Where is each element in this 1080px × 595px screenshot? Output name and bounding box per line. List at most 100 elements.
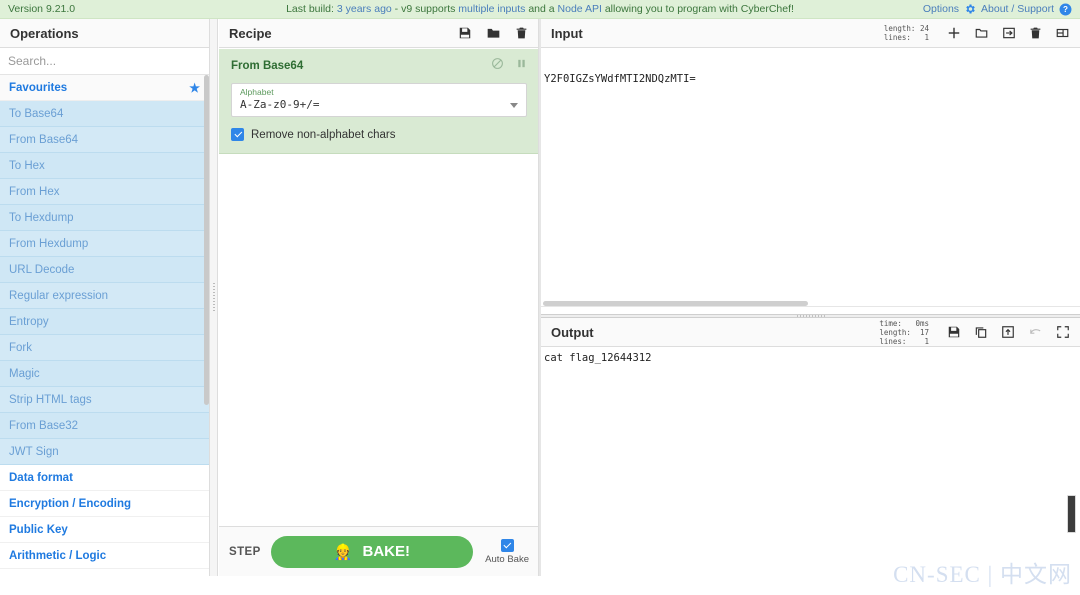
- pause-icon[interactable]: [516, 57, 527, 75]
- chef-icon: 👷: [333, 543, 353, 561]
- recipe-header: Recipe: [219, 19, 538, 48]
- category-label: Public Key: [9, 523, 68, 536]
- operation-item[interactable]: Magic: [0, 361, 209, 387]
- favourites-operation-list: To Base64 From Base64 To Hex From Hex To Hex…: [0, 101, 209, 465]
- bake-label: BAKE!: [362, 543, 410, 560]
- star-icon[interactable]: ★: [189, 81, 200, 95]
- bake-button[interactable]: 👷 BAKE!: [270, 535, 474, 568]
- output-controls: [947, 325, 1070, 339]
- operation-item[interactable]: To Hex: [0, 153, 209, 179]
- operation-category[interactable]: Encryption / Encoding: [0, 491, 209, 517]
- category-label: Encryption / Encoding: [9, 497, 132, 510]
- gear-icon[interactable]: [964, 3, 976, 15]
- output-text: cat flag_12644312: [544, 352, 652, 364]
- question-circle-icon[interactable]: ?: [1059, 3, 1072, 16]
- input-title: Input: [551, 25, 583, 41]
- category-list: Data format Encryption / Encoding Public K…: [0, 465, 209, 576]
- operations-scrollbar[interactable]: [204, 75, 209, 405]
- options-button[interactable]: Options: [923, 3, 959, 15]
- open-folder-icon[interactable]: [974, 26, 989, 40]
- disable-circle-slash-icon[interactable]: [491, 57, 504, 75]
- build-time-link[interactable]: 3 years ago: [337, 3, 392, 15]
- top-banner: Version 9.21.0 Last build: 3 years ago -…: [0, 0, 1080, 19]
- remove-non-alphabet-label: Remove non-alphabet chars: [251, 128, 396, 141]
- category-label: Data format: [9, 471, 73, 484]
- watermark: CN-SEC | 中文网: [893, 562, 1072, 587]
- operations-title: Operations: [0, 19, 209, 48]
- splitter-grip-horizontal: [796, 315, 825, 317]
- step-button[interactable]: STEP: [229, 546, 261, 558]
- replace-input-icon[interactable]: [1001, 325, 1015, 339]
- operation-category[interactable]: Data format: [0, 465, 209, 491]
- category-label: Arithmetic / Logic: [9, 549, 107, 562]
- banner-right-controls: Options About / Support ?: [923, 3, 1072, 16]
- alphabet-argument[interactable]: Alphabet A-Za-z0-9+/=: [231, 83, 527, 117]
- maximise-icon[interactable]: [1056, 325, 1070, 339]
- operation-item[interactable]: Strip HTML tags: [0, 387, 209, 413]
- input-horizontal-scrollbar[interactable]: [543, 301, 808, 306]
- operation-item[interactable]: To Base64: [0, 101, 209, 127]
- operations-recipe-splitter[interactable]: [210, 19, 218, 576]
- operation-category[interactable]: Public Key: [0, 517, 209, 543]
- chevron-down-icon[interactable]: [510, 103, 518, 108]
- add-tab-icon[interactable]: [947, 26, 961, 40]
- category-favourites[interactable]: Favourites ★: [0, 75, 209, 101]
- multiple-inputs-link[interactable]: multiple inputs: [458, 3, 525, 15]
- input-text[interactable]: Y2F0IGZsYWdfMTI2NDQzMTI=: [544, 72, 1080, 86]
- folder-icon[interactable]: [486, 26, 501, 40]
- output-title: Output: [551, 324, 594, 340]
- operation-item[interactable]: JWT Sign: [0, 439, 209, 465]
- alphabet-label: Alphabet: [240, 87, 274, 97]
- recipe-panel: Recipe From Base64 Alphabet A-Za-z0-9+/=…: [219, 19, 539, 576]
- operation-category[interactable]: Networking: [0, 569, 209, 576]
- recipe-operation-list[interactable]: From Base64 Alphabet A-Za-z0-9+/= Remove…: [219, 49, 538, 545]
- auto-bake-toggle[interactable]: Auto Bake: [485, 538, 529, 565]
- reset-pane-layout-icon[interactable]: [1055, 26, 1070, 40]
- node-api-link[interactable]: Node API: [558, 3, 602, 15]
- output-textarea[interactable]: cat flag_12644312 CN-SEC | 中文网: [541, 347, 1080, 595]
- output-header: Output time: 0ms length: 17 lines: 1: [541, 318, 1080, 347]
- alphabet-value[interactable]: A-Za-z0-9+/=: [240, 98, 504, 112]
- recipe-title: Recipe: [229, 25, 272, 41]
- favourites-label: Favourites: [9, 81, 68, 94]
- operation-item[interactable]: Entropy: [0, 309, 209, 335]
- trash-icon[interactable]: [515, 26, 528, 40]
- output-scrollbar[interactable]: [1067, 495, 1076, 533]
- splitter-grip: [212, 282, 215, 313]
- recipe-operation-header: From Base64: [231, 57, 527, 75]
- recipe-operation-controls: [491, 57, 527, 75]
- auto-bake-checkbox[interactable]: [500, 538, 514, 552]
- search-box[interactable]: [0, 48, 209, 75]
- remove-non-alphabet-checkbox[interactable]: [231, 128, 244, 141]
- operation-item[interactable]: Regular expression: [0, 283, 209, 309]
- about-support-button[interactable]: About / Support: [981, 3, 1054, 15]
- remove-non-alphabet-row[interactable]: Remove non-alphabet chars: [231, 128, 527, 141]
- operation-item[interactable]: URL Decode: [0, 257, 209, 283]
- operation-item[interactable]: From Base32: [0, 413, 209, 439]
- operation-item[interactable]: From Hex: [0, 179, 209, 205]
- build-mid-1: - v9 supports: [391, 3, 459, 15]
- recipe-operation-name: From Base64: [231, 60, 304, 72]
- build-mid-2: and a: [525, 3, 558, 15]
- recipe-operation-from-base64[interactable]: From Base64 Alphabet A-Za-z0-9+/= Remove…: [219, 49, 538, 154]
- output-stats: time: 0ms length: 17 lines: 1: [879, 318, 929, 346]
- build-notice: Last build: 3 years ago - v9 supports mu…: [0, 3, 1080, 15]
- operation-category[interactable]: Arithmetic / Logic: [0, 543, 209, 569]
- open-file-as-input-icon[interactable]: [1002, 26, 1016, 40]
- operation-item[interactable]: Fork: [0, 335, 209, 361]
- input-controls: [947, 26, 1070, 40]
- undo-icon[interactable]: [1028, 325, 1043, 339]
- clear-io-icon[interactable]: [1029, 26, 1042, 40]
- search-input[interactable]: [0, 48, 209, 74]
- save-output-icon[interactable]: [947, 325, 961, 339]
- build-prefix: Last build:: [286, 3, 337, 15]
- copy-output-icon[interactable]: [974, 325, 988, 339]
- operation-item[interactable]: To Hexdump: [0, 205, 209, 231]
- io-panel: Input length: 24 lines: 1 Y2F0IGZsYWdfMT…: [541, 19, 1080, 595]
- recipe-controls: [458, 26, 528, 40]
- operation-item[interactable]: From Base64: [0, 127, 209, 153]
- input-textarea[interactable]: Y2F0IGZsYWdfMTI2NDQzMTI=: [541, 68, 1080, 307]
- operation-item[interactable]: From Hexdump: [0, 231, 209, 257]
- input-header: Input length: 24 lines: 1: [541, 19, 1080, 48]
- save-icon[interactable]: [458, 26, 472, 40]
